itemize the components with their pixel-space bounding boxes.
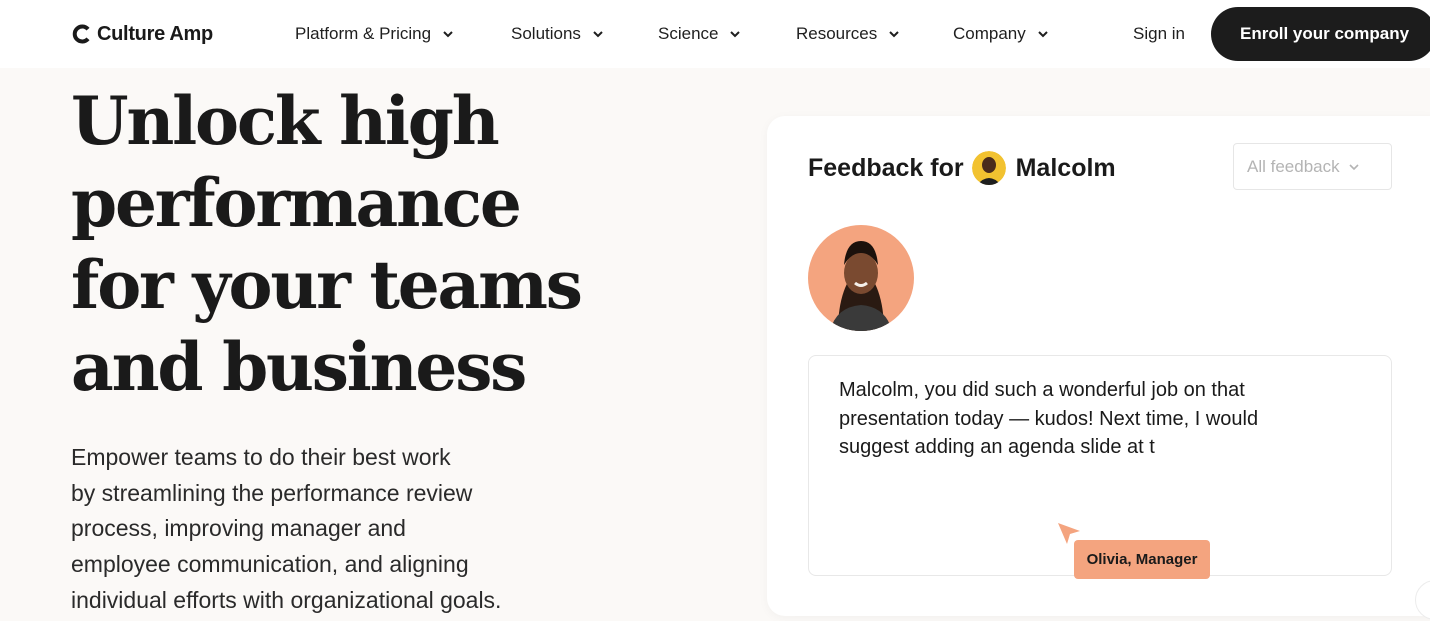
hero-title-line: performance <box>71 164 522 242</box>
nav-science[interactable]: Science <box>658 22 742 46</box>
nav-platform-pricing[interactable]: Platform & Pricing <box>295 22 455 46</box>
nav-resources[interactable]: Resources <box>796 22 901 46</box>
nav-company[interactable]: Company <box>953 22 1050 46</box>
nav-label: Company <box>953 24 1026 43</box>
chevron-down-icon <box>443 31 453 38</box>
hero-subtitle-line: individual efforts with organizational g… <box>71 586 502 613</box>
feedback-line: presentation today — kudos! Next time, I… <box>839 407 1259 430</box>
nav-label: Solutions <box>511 24 581 43</box>
filter-value: All feedback <box>1247 156 1340 176</box>
nav-solutions[interactable]: Solutions <box>511 22 605 46</box>
nav-label: Platform & Pricing <box>295 24 432 43</box>
hero-title-line: and business <box>71 328 527 406</box>
feedback-filter-select[interactable]: All feedback <box>1233 143 1392 190</box>
nav-label: Resources <box>796 24 878 43</box>
author-portrait-icon <box>808 225 914 331</box>
chevron-down-icon <box>730 31 741 38</box>
hero-subtitle-line: employee communication, and aligning <box>71 551 469 578</box>
author-avatar <box>808 225 914 331</box>
feedback-title-prefix: Feedback for <box>808 153 964 182</box>
top-navigation: Culture Amp Platform & Pricing Solutions… <box>0 0 1430 68</box>
hero-title-line: Unlock high <box>71 82 500 160</box>
hero-subtitle-line: by streamlining the performance review <box>71 479 473 506</box>
author-badge: Olivia, Manager <box>1074 540 1210 579</box>
chevron-down-icon <box>1349 163 1359 170</box>
hero-subtitle: Empower teams to do their best work by s… <box>71 440 591 619</box>
culture-amp-logo-icon <box>72 24 90 44</box>
feedback-line: suggest adding an agenda slide at t <box>839 436 1155 458</box>
chevron-down-icon <box>889 31 899 38</box>
enroll-company-button[interactable]: Enroll your company <box>1211 7 1430 61</box>
brand-logo[interactable]: Culture Amp <box>71 21 213 47</box>
hero-title: Unlock high performance for your teams a… <box>71 80 691 408</box>
sign-in-link[interactable]: Sign in <box>1133 22 1185 46</box>
recipient-name: Malcolm <box>1015 153 1116 182</box>
hero-subtitle-line: process, improving manager and <box>71 515 406 542</box>
chevron-down-icon <box>1038 31 1048 38</box>
brand-name: Culture Amp <box>97 22 213 45</box>
hero-subtitle-line: Empower teams to do their best work <box>71 444 451 470</box>
hero-title-line: for your teams <box>71 246 583 324</box>
feedback-card-title: Feedback for Malcolm <box>808 150 1116 186</box>
recipient-avatar <box>971 151 1006 185</box>
feedback-message: Malcolm, you did such a wonderful job on… <box>839 376 1359 462</box>
feedback-line: Malcolm, you did such a wonderful job on… <box>839 379 1245 401</box>
nav-label: Science <box>658 24 719 43</box>
chevron-down-icon <box>593 31 603 38</box>
